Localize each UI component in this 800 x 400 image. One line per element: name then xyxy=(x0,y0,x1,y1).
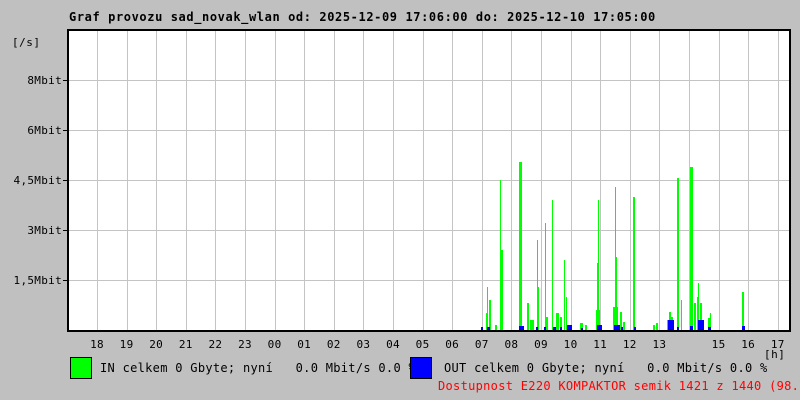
traffic-bar-in xyxy=(585,325,587,330)
traffic-bar-in xyxy=(598,200,599,330)
traffic-bar-out xyxy=(487,327,490,330)
gridline-horizontal xyxy=(69,80,789,81)
page-title: Graf provozu sad_novak_wlan od: 2025-12-… xyxy=(69,10,656,24)
traffic-bar-out xyxy=(668,320,674,330)
traffic-bar-in xyxy=(742,292,744,330)
traffic-bar-out xyxy=(481,327,483,330)
traffic-bar-in xyxy=(633,197,635,330)
x-axis-tick-label: 11 xyxy=(593,338,608,351)
x-axis-tick-label: 22 xyxy=(208,338,223,351)
traffic-bar-in xyxy=(501,250,503,330)
traffic-bar-in xyxy=(519,162,522,330)
traffic-bar-in xyxy=(495,325,497,330)
traffic-bar-out xyxy=(742,326,745,330)
traffic-bar-in xyxy=(487,287,488,330)
traffic-bar-out xyxy=(677,327,679,330)
traffic-bar-out xyxy=(698,320,704,330)
traffic-bar-out xyxy=(544,327,546,330)
traffic-bar-in xyxy=(538,287,539,330)
availability-status-text: Dostupnost E220 KOMPAKTOR semik 1421 z 1… xyxy=(438,379,800,393)
gridline-horizontal xyxy=(69,130,789,131)
y-axis-tick-label: 3Mbit xyxy=(27,224,62,237)
y-axis-tick-mark xyxy=(63,80,68,81)
traffic-bar-in xyxy=(656,323,658,330)
y-axis-tick-label: 6Mbit xyxy=(27,124,62,137)
legend-in-label: IN celkem 0 Gbyte; nyní 0.0 Mbit/s 0.0 % xyxy=(100,361,417,375)
traffic-bar-out xyxy=(621,327,623,330)
traffic-bar-in xyxy=(546,317,548,330)
traffic-bar-in xyxy=(653,325,655,330)
x-axis-tick-label: 01 xyxy=(297,338,312,351)
gridline-horizontal xyxy=(69,230,789,231)
x-axis-tick-label: 10 xyxy=(563,338,578,351)
x-axis-tick-label: 15 xyxy=(711,338,726,351)
traffic-bar-out xyxy=(553,327,556,330)
x-axis-tick-label: 02 xyxy=(326,338,341,351)
x-axis-tick-label: 03 xyxy=(356,338,371,351)
plot-area xyxy=(67,29,791,332)
x-axis-tick-label: 12 xyxy=(622,338,637,351)
x-axis-tick-label: 00 xyxy=(267,338,282,351)
traffic-bar-out xyxy=(690,326,693,330)
traffic-bar-in xyxy=(552,200,553,330)
traffic-bar-in xyxy=(681,300,682,330)
x-axis-tick-label: 20 xyxy=(149,338,164,351)
traffic-bar-out xyxy=(614,325,620,330)
traffic-bar-in xyxy=(556,313,559,330)
y-axis-unit-label: [/s] xyxy=(12,36,41,49)
legend-out-swatch xyxy=(410,357,432,379)
traffic-bar-in xyxy=(694,303,696,330)
gridline-horizontal xyxy=(69,280,789,281)
traffic-bar-out xyxy=(597,325,602,330)
x-axis-unit-label: [h] xyxy=(764,348,786,361)
x-axis-tick-label: 09 xyxy=(534,338,548,351)
y-axis-tick-label: 8Mbit xyxy=(27,74,62,87)
x-axis-tick-label: 05 xyxy=(415,338,430,351)
traffic-bar-out xyxy=(567,325,572,330)
y-axis-tick-mark xyxy=(63,130,68,131)
x-axis-tick-label: 04 xyxy=(386,338,400,351)
traffic-bar-in xyxy=(616,257,617,330)
traffic-bar-in xyxy=(677,178,679,330)
traffic-bar-out xyxy=(560,327,562,330)
traffic-bar-in xyxy=(489,300,491,330)
x-axis-tick-label: 06 xyxy=(445,338,460,351)
x-axis-tick-label: 16 xyxy=(741,338,756,351)
traffic-bar-out xyxy=(708,327,711,330)
traffic-bar-in xyxy=(623,322,625,330)
legend-out-label: OUT celkem 0 Gbyte; nyní 0.0 Mbit/s 0.0 … xyxy=(444,361,768,375)
x-axis-tick-label: 19 xyxy=(119,338,134,351)
traffic-bar-out xyxy=(536,327,538,330)
y-axis-tick-mark xyxy=(63,230,68,231)
x-axis-tick-label: 07 xyxy=(474,338,489,351)
x-axis-tick-label: 08 xyxy=(504,338,519,351)
traffic-bar-in xyxy=(690,167,693,330)
x-axis-tick-label: 18 xyxy=(90,338,104,351)
x-axis-tick-label: 21 xyxy=(178,338,193,351)
gridline-horizontal xyxy=(69,180,789,181)
traffic-bar-out xyxy=(519,326,524,330)
traffic-bar-in xyxy=(530,320,534,330)
y-axis-tick-label: 4,5Mbit xyxy=(13,174,62,187)
traffic-bar-in xyxy=(545,223,546,330)
y-axis-tick-mark xyxy=(63,180,68,181)
y-axis-tick-label: 1,5Mbit xyxy=(13,274,62,287)
traffic-bar-in xyxy=(564,260,565,330)
legend-in-swatch xyxy=(70,357,92,379)
x-axis-tick-label: 23 xyxy=(238,338,252,351)
traffic-bar-out xyxy=(581,328,583,330)
traffic-bar-out xyxy=(634,327,636,330)
x-axis-tick-label: 13 xyxy=(652,338,667,351)
y-axis-tick-mark xyxy=(63,280,68,281)
traffic-bar-in xyxy=(527,303,529,330)
